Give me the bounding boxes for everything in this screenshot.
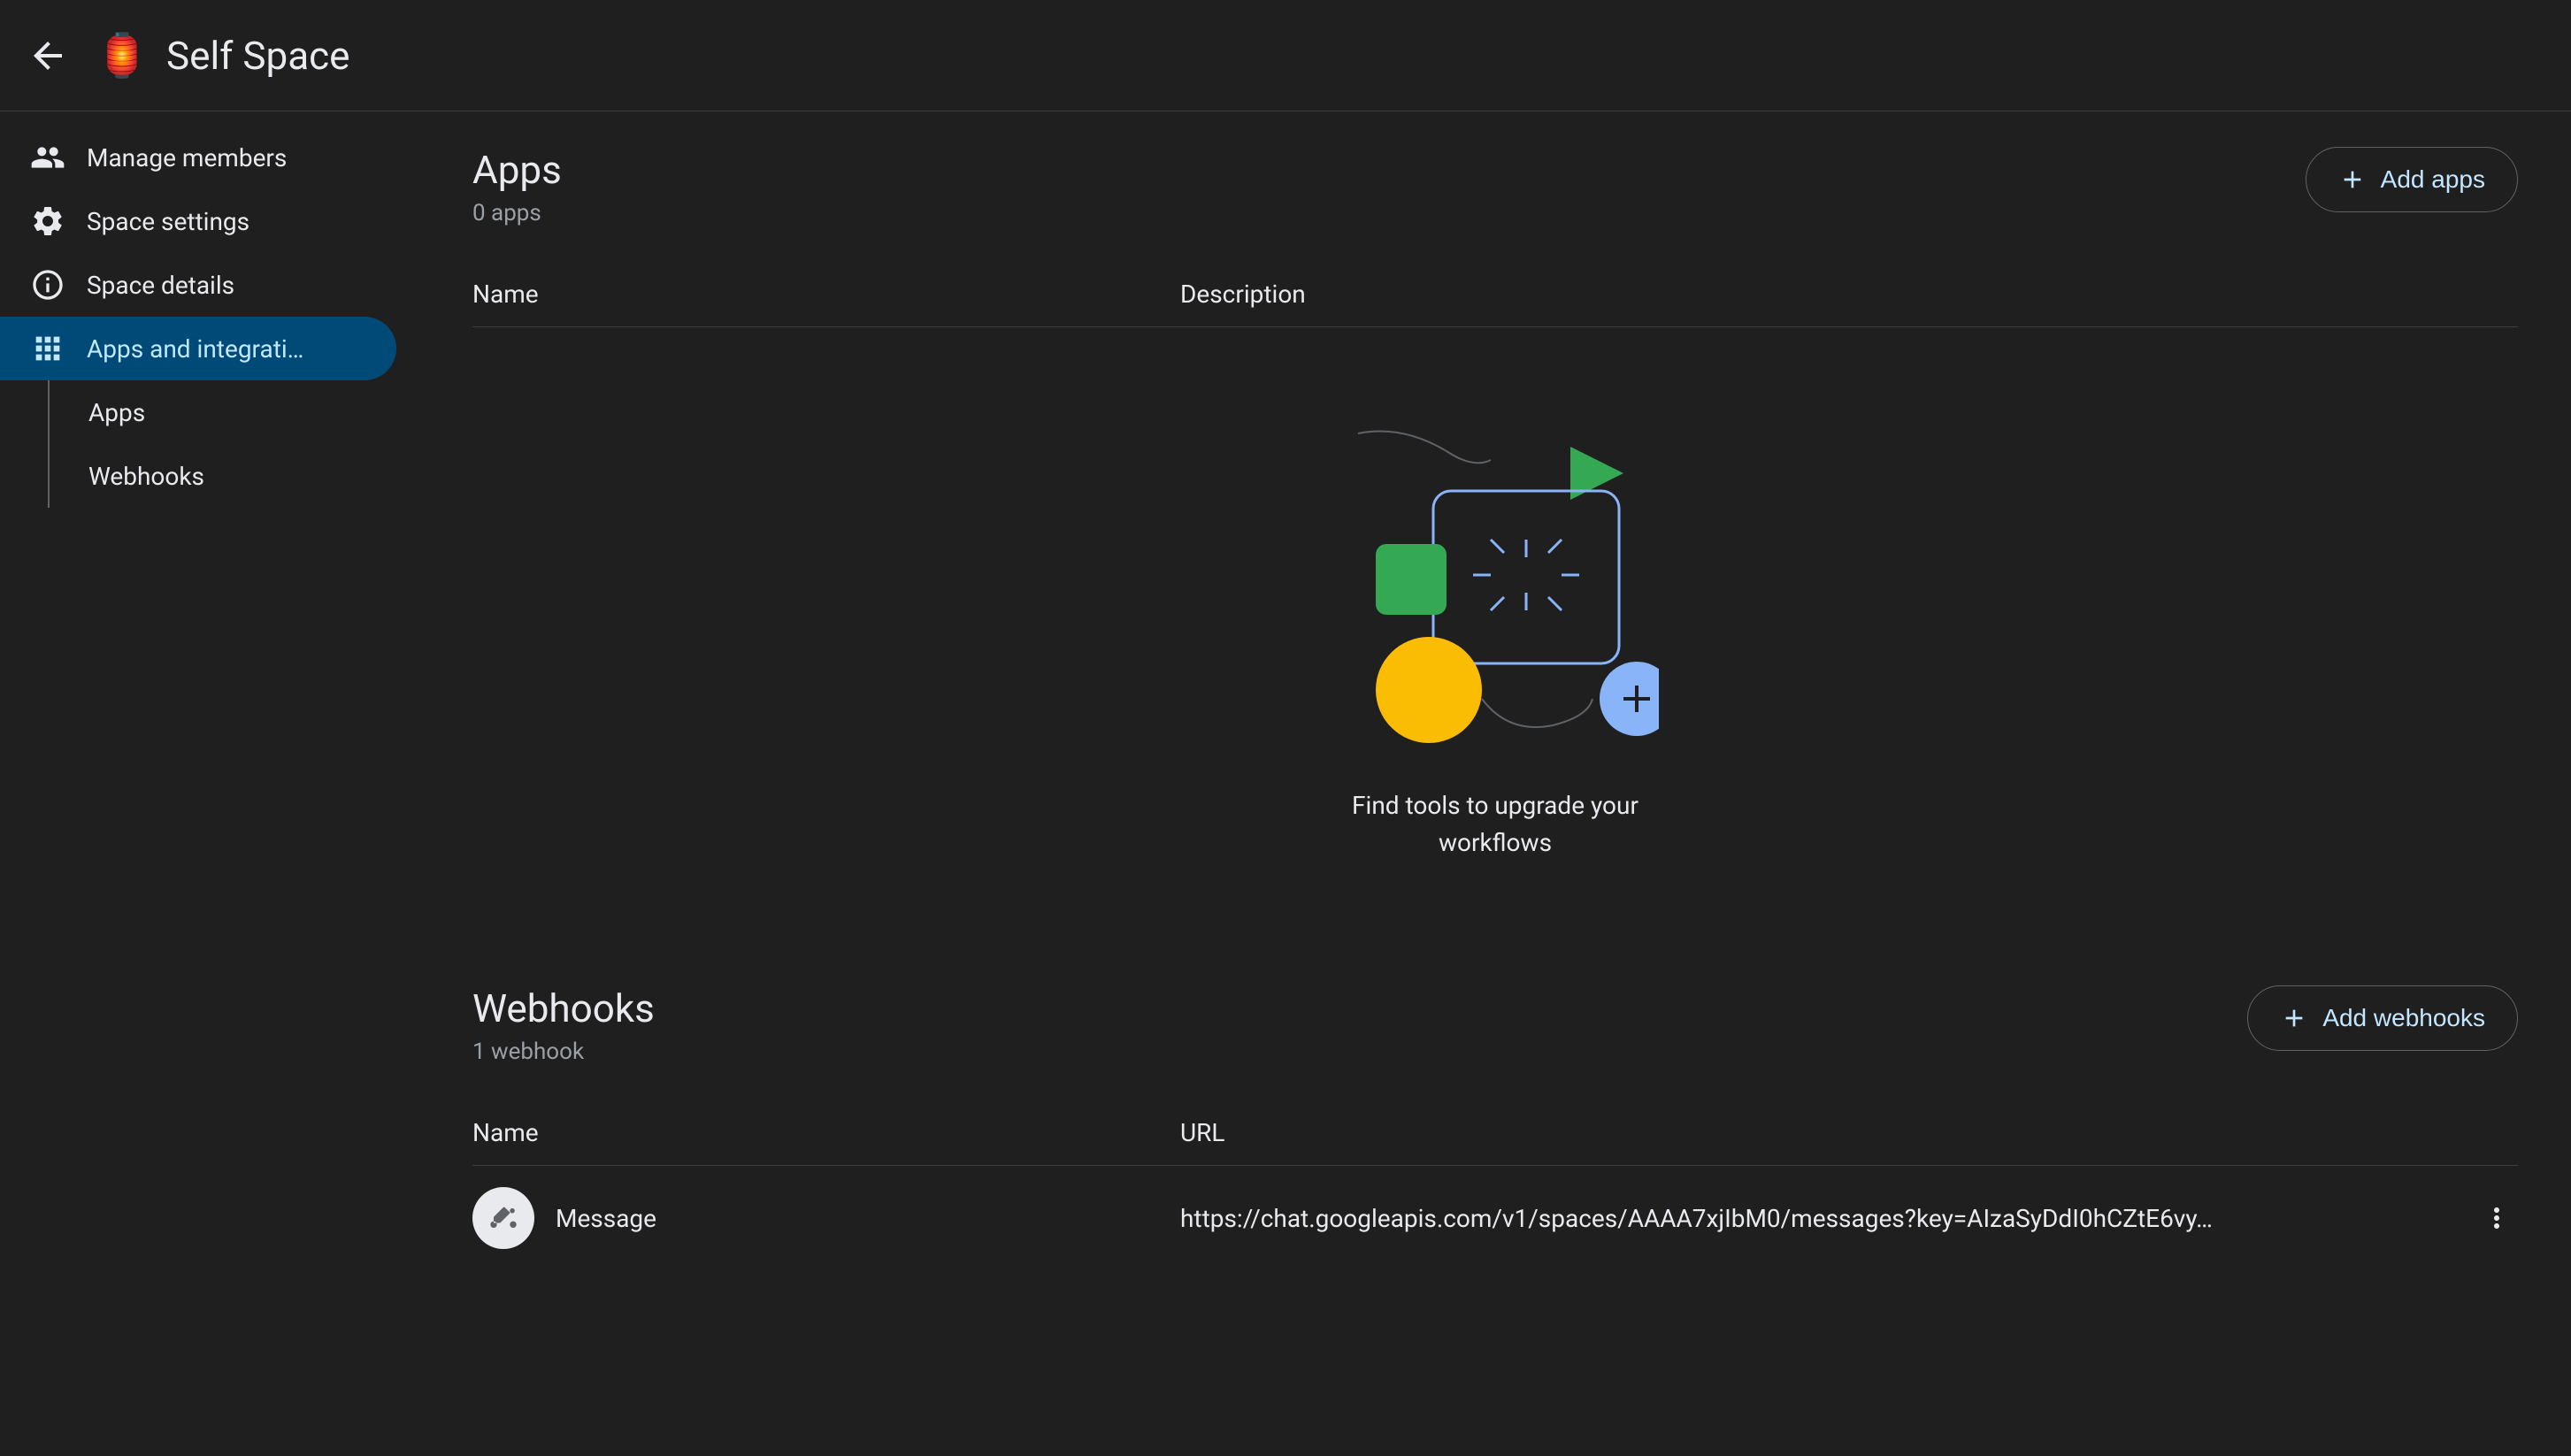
apps-empty-message: Find tools to upgrade your workflows bbox=[1318, 787, 1672, 862]
space-avatar-icon: 🏮 bbox=[96, 29, 149, 82]
apps-count: 0 apps bbox=[472, 200, 562, 226]
apps-section-title: Apps bbox=[472, 147, 562, 193]
back-button[interactable] bbox=[27, 34, 69, 77]
sidebar-subitem-webhooks[interactable]: Webhooks bbox=[0, 444, 396, 508]
webhook-table-row: Message https://chat.googleapis.com/v1/s… bbox=[472, 1166, 2518, 1270]
sidebar-item-label: Apps and integrati… bbox=[87, 334, 303, 364]
sidebar-item-manage-members[interactable]: Manage members bbox=[0, 126, 396, 189]
sidebar-subitem-label: Apps bbox=[88, 398, 145, 427]
main-content: Apps 0 apps Add apps Name Description bbox=[411, 111, 2571, 1456]
sidebar-item-apps-integrations[interactable]: Apps and integrati… bbox=[0, 317, 396, 380]
sidebar-item-label: Space details bbox=[87, 271, 234, 300]
sidebar: Manage members Space settings Space deta… bbox=[0, 111, 411, 1456]
webhook-url: https://chat.googleapis.com/v1/spaces/AA… bbox=[1180, 1204, 2461, 1233]
plus-icon bbox=[2338, 165, 2367, 194]
sidebar-item-label: Manage members bbox=[87, 143, 287, 172]
sidebar-item-label: Space settings bbox=[87, 207, 249, 236]
add-apps-label: Add apps bbox=[2381, 165, 2485, 194]
add-apps-button[interactable]: Add apps bbox=[2306, 147, 2518, 212]
gear-icon bbox=[27, 200, 69, 242]
webhook-name: Message bbox=[556, 1204, 656, 1233]
sidebar-subitem-apps[interactable]: Apps bbox=[0, 380, 396, 444]
webhooks-table-header: Name URL bbox=[472, 1100, 2518, 1166]
add-webhooks-label: Add webhooks bbox=[2322, 1004, 2485, 1032]
sidebar-item-space-settings[interactable]: Space settings bbox=[0, 189, 396, 253]
apps-column-name: Name bbox=[472, 280, 1180, 309]
add-webhooks-button[interactable]: Add webhooks bbox=[2247, 985, 2518, 1051]
empty-illustration bbox=[1332, 416, 1659, 752]
webhook-avatar bbox=[472, 1187, 534, 1249]
apps-icon bbox=[27, 327, 69, 370]
apps-column-description: Description bbox=[1180, 280, 2518, 309]
members-icon bbox=[27, 136, 69, 179]
sidebar-subitem-label: Webhooks bbox=[88, 462, 204, 491]
webhooks-column-url: URL bbox=[1180, 1118, 2518, 1147]
sidebar-item-space-details[interactable]: Space details bbox=[0, 253, 396, 317]
webhook-icon bbox=[484, 1199, 523, 1238]
apps-table-header: Name Description bbox=[472, 262, 2518, 327]
info-icon bbox=[27, 264, 69, 306]
space-title: Self Space bbox=[166, 33, 350, 79]
arrow-left-icon bbox=[27, 34, 69, 77]
apps-empty-state: Find tools to upgrade your workflows bbox=[472, 327, 2518, 932]
webhooks-count: 1 webhook bbox=[472, 1038, 655, 1065]
webhook-row-menu-button[interactable] bbox=[2475, 1197, 2518, 1239]
more-vert-icon bbox=[2481, 1202, 2513, 1234]
plus-icon bbox=[2280, 1004, 2308, 1032]
webhooks-column-name: Name bbox=[472, 1118, 1180, 1147]
webhooks-section-title: Webhooks bbox=[472, 985, 655, 1031]
app-header: 🏮 Self Space bbox=[0, 0, 2571, 111]
